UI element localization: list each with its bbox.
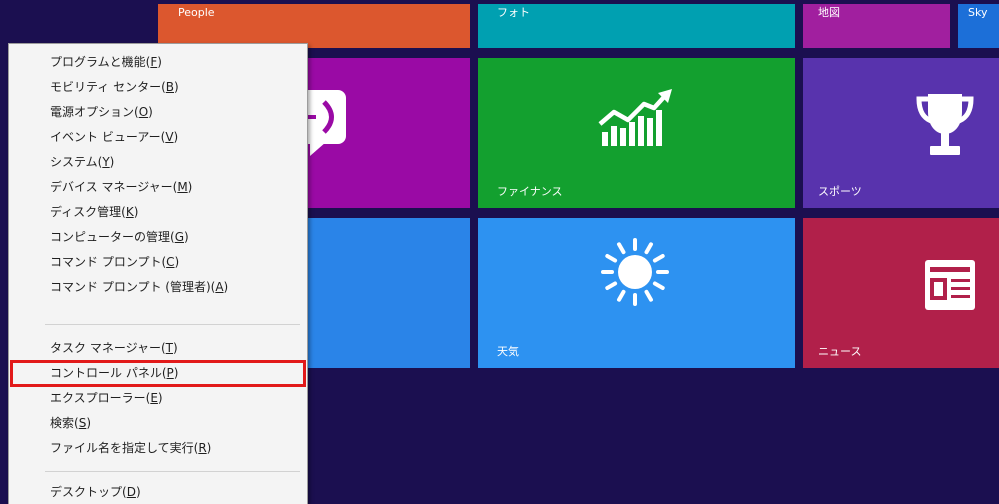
menu-item-event-viewer[interactable]: イベント ビューアー(V) — [9, 125, 307, 150]
menu-item-search[interactable]: 検索(S) — [9, 411, 307, 436]
menu-item-label: ファイル名を指定して実行(R) — [50, 441, 212, 455]
menu-item-mobility-center[interactable]: モビリティ センター(B) — [9, 75, 307, 100]
tile-weather[interactable]: 天気 — [478, 218, 795, 368]
menu-item-label: コマンド プロンプト (管理者)(A) — [50, 280, 229, 294]
menu-separator — [9, 461, 307, 480]
news-icon — [925, 260, 975, 310]
menu-item-label: ディスク管理(K) — [50, 205, 139, 219]
tile-label: 天気 — [497, 345, 519, 358]
menu-item-label: プログラムと機能(F) — [50, 55, 162, 69]
tile-label: Sky — [968, 6, 988, 19]
menu-item-label: コマンド プロンプト(C) — [50, 255, 180, 269]
menu-item-command-prompt[interactable]: コマンド プロンプト(C) — [9, 250, 307, 275]
menu-item-task-manager[interactable]: タスク マネージャー(T) — [9, 336, 307, 361]
menu-item-label: 検索(S) — [50, 416, 91, 430]
menu-item-label: コンピューターの管理(G) — [50, 230, 189, 244]
menu-item-system[interactable]: システム(Y) — [9, 150, 307, 175]
start-screen: People フォト 地図 Sky ファイナンス スポーツ 天気 ニュース プロ… — [0, 0, 999, 504]
tile-label: People — [178, 6, 215, 19]
menu-item-run[interactable]: ファイル名を指定して実行(R) — [9, 436, 307, 461]
menu-item-label: コントロール パネル(P) — [50, 366, 179, 380]
sun-icon — [601, 238, 669, 306]
tile-label: ニュース — [818, 345, 862, 358]
chart-icon — [598, 89, 672, 146]
menu-separator — [9, 300, 307, 336]
tile-finance[interactable]: ファイナンス — [478, 58, 795, 208]
menu-item-computer-management[interactable]: コンピューターの管理(G) — [9, 225, 307, 250]
tile-label: ファイナンス — [497, 185, 563, 198]
menu-item-command-prompt-admin[interactable]: コマンド プロンプト (管理者)(A) — [9, 275, 307, 300]
menu-item-power-options[interactable]: 電源オプション(O) — [9, 100, 307, 125]
menu-item-label: モビリティ センター(B) — [50, 80, 179, 94]
menu-item-explorer[interactable]: エクスプローラー(E) — [9, 386, 307, 411]
tile-people[interactable]: People — [158, 4, 470, 48]
tile-maps[interactable]: 地図 — [803, 4, 950, 48]
tile-label: 地図 — [818, 6, 840, 19]
menu-item-label: タスク マネージャー(T) — [50, 341, 178, 355]
tile-photos[interactable]: フォト — [478, 4, 795, 48]
tile-sports[interactable]: スポーツ — [803, 58, 999, 208]
tile-sky[interactable]: Sky — [958, 4, 999, 48]
tile-label: スポーツ — [818, 185, 862, 198]
quick-link-menu: プログラムと機能(F) モビリティ センター(B) 電源オプション(O) イベン… — [8, 43, 308, 504]
menu-item-label: デスクトップ(D) — [50, 485, 141, 499]
tile-news[interactable]: ニュース — [803, 218, 999, 368]
menu-item-control-panel[interactable]: コントロール パネル(P) — [9, 360, 307, 387]
menu-item-label: 電源オプション(O) — [50, 105, 153, 119]
menu-item-label: システム(Y) — [50, 155, 115, 169]
tile-label: フォト — [497, 6, 530, 19]
menu-item-disk-management[interactable]: ディスク管理(K) — [9, 200, 307, 225]
menu-item-desktop[interactable]: デスクトップ(D) — [9, 480, 307, 504]
menu-item-label: デバイス マネージャー(M) — [50, 180, 193, 194]
menu-item-label: エクスプローラー(E) — [50, 391, 163, 405]
trophy-icon — [916, 94, 974, 155]
menu-item-programs-and-features[interactable]: プログラムと機能(F) — [9, 50, 307, 75]
menu-item-label: イベント ビューアー(V) — [50, 130, 179, 144]
menu-item-device-manager[interactable]: デバイス マネージャー(M) — [9, 175, 307, 200]
